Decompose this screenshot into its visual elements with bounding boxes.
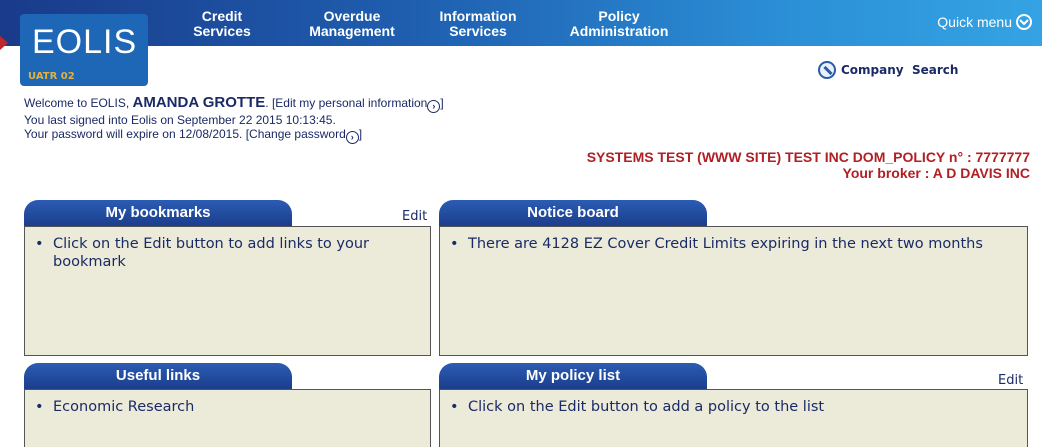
bookmarks-tab: My bookmarks: [24, 200, 292, 227]
nav-label: Administration: [569, 23, 669, 39]
last-signed-line: You last signed into Eolis on September …: [24, 113, 336, 127]
bookmarks-panel: Click on the Edit button to add links to…: [24, 226, 431, 356]
search-icon: [818, 61, 836, 79]
panel-title: Useful links: [115, 367, 201, 384]
nav-label: Information: [439, 8, 517, 24]
nav-label: Services: [449, 23, 507, 39]
nav-overdue-management[interactable]: Overdue Management: [302, 9, 402, 39]
user-name: AMANDA GROTTE: [132, 94, 266, 111]
notice-board-panel: There are 4128 EZ Cover Credit Limits ex…: [439, 226, 1028, 356]
top-navigation-bar: Credit Services Overdue Management Infor…: [0, 0, 1042, 46]
arrow-right-icon: ›: [427, 100, 441, 113]
panel-title: Notice board: [527, 204, 619, 221]
edit-personal-label: . [Edit my personal information: [265, 96, 428, 110]
useful-links-panel: Economic Research: [24, 389, 431, 447]
chevron-down-icon: [1016, 14, 1032, 30]
bookmarks-edit-link[interactable]: Edit: [402, 209, 427, 224]
bracket: ]: [358, 127, 363, 141]
nav-information-services[interactable]: Information Services: [430, 9, 526, 39]
policy-line: SYSTEMS TEST (WWW SITE) TEST INC DOM_POL…: [586, 149, 1030, 165]
change-password-link[interactable]: Your password will expire on 12/08/2015.…: [24, 127, 359, 144]
economic-research-link[interactable]: Economic Research: [53, 399, 194, 415]
list-item: There are 4128 EZ Cover Credit Limits ex…: [450, 235, 1019, 253]
nav-label: Policy: [598, 8, 640, 24]
broker-line: Your broker : A D DAVIS INC: [842, 165, 1030, 181]
nav-policy-administration[interactable]: Policy Administration: [564, 9, 674, 39]
nav-label: Management: [309, 23, 395, 39]
environment-label: UATR 02: [28, 71, 75, 82]
panel-title: My policy list: [525, 367, 621, 384]
policy-list-panel: Click on the Edit button to add a policy…: [439, 389, 1028, 447]
nav-label: Overdue: [323, 8, 381, 24]
eolis-logo[interactable]: EOLIS UATR 02: [20, 14, 148, 86]
arrow-right-icon: ›: [345, 131, 359, 144]
quick-menu-label: Quick menu: [937, 14, 1012, 30]
list-item: Click on the Edit button to add links to…: [35, 235, 422, 271]
welcome-prefix: Welcome to EOLIS,: [24, 96, 133, 110]
edit-personal-info-link[interactable]: . [Edit my personal information ›: [265, 96, 441, 113]
logo-text: EOLIS: [32, 23, 138, 61]
password-expiry-line: Your password will expire on 12/08/2015.…: [24, 127, 444, 144]
arrow-marker-icon: [0, 36, 8, 50]
notice-board-tab: Notice board: [439, 200, 707, 227]
policy-info: SYSTEMS TEST (WWW SITE) TEST INC DOM_POL…: [587, 149, 1030, 181]
bracket: ]: [440, 96, 444, 110]
list-item[interactable]: Economic Research: [35, 398, 422, 416]
panel-title: My bookmarks: [105, 204, 211, 221]
policy-list-edit-link[interactable]: Edit: [998, 373, 1023, 388]
useful-links-tab: Useful links: [24, 363, 292, 390]
password-label: Your password will expire on 12/08/2015.…: [24, 127, 346, 141]
welcome-block: Welcome to EOLIS, AMANDA GROTTE. [Edit m…: [24, 94, 444, 144]
quick-menu-button[interactable]: Quick menu: [937, 14, 1032, 30]
nav-label: Credit: [201, 8, 243, 24]
nav-label: Services: [193, 23, 251, 39]
company-search-label: Company Search: [841, 63, 959, 77]
nav-credit-services[interactable]: Credit Services: [186, 9, 258, 39]
company-search-link[interactable]: Company Search: [818, 61, 958, 79]
welcome-line: Welcome to EOLIS, AMANDA GROTTE. [Edit m…: [24, 94, 444, 113]
list-item: Click on the Edit button to add a policy…: [450, 398, 1019, 416]
policy-list-tab: My policy list: [439, 363, 707, 390]
